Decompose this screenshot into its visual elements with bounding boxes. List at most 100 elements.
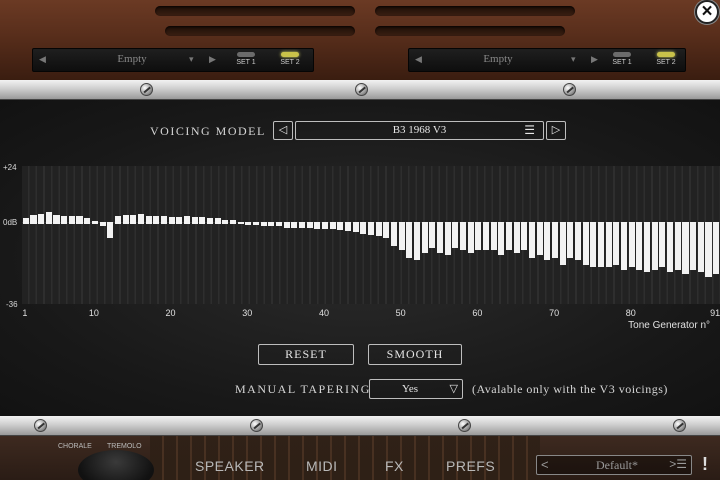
- tone-generator-bar[interactable]: [360, 222, 367, 234]
- left-set1-button[interactable]: SET 1: [231, 52, 261, 70]
- tone-generator-bar[interactable]: [536, 222, 543, 256]
- tone-generator-bar[interactable]: [475, 222, 482, 251]
- tone-generator-bar[interactable]: [636, 222, 643, 270]
- tone-generator-bar[interactable]: [298, 222, 305, 228]
- tone-generator-bar[interactable]: [705, 222, 712, 277]
- tone-generator-bar[interactable]: [659, 222, 666, 268]
- tone-generator-bar[interactable]: [559, 222, 566, 265]
- tone-generator-bar[interactable]: [22, 218, 29, 224]
- reset-button[interactable]: RESET: [258, 344, 354, 365]
- tone-generator-bar[interactable]: [651, 222, 658, 270]
- tone-generator-bar[interactable]: [605, 222, 612, 268]
- tone-generator-bar[interactable]: [183, 216, 190, 224]
- tone-generator-bar[interactable]: [575, 222, 582, 260]
- right-preset-name[interactable]: Empty: [433, 53, 563, 65]
- tone-generator-bar[interactable]: [199, 217, 206, 224]
- tone-generator-bar[interactable]: [191, 217, 198, 224]
- left-preset-next-icon[interactable]: ▶: [209, 54, 216, 65]
- tone-generator-bar[interactable]: [398, 222, 405, 251]
- tone-generator-bar[interactable]: [521, 222, 528, 251]
- tone-generator-bar[interactable]: [99, 222, 106, 227]
- tone-generator-bar[interactable]: [76, 216, 83, 224]
- tone-generator-bar[interactable]: [306, 222, 313, 228]
- tone-generator-bar[interactable]: [429, 222, 436, 248]
- tone-generator-bar[interactable]: [697, 222, 704, 272]
- tone-generator-bar[interactable]: [206, 218, 213, 224]
- tone-generator-bar[interactable]: [690, 222, 697, 270]
- tone-generator-bar[interactable]: [252, 222, 259, 226]
- tone-generator-bar[interactable]: [598, 222, 605, 268]
- tone-generator-bar[interactable]: [452, 222, 459, 248]
- tone-generator-bar[interactable]: [713, 222, 720, 275]
- tone-generator-bar[interactable]: [38, 213, 45, 224]
- tone-generator-bar[interactable]: [321, 222, 328, 229]
- tone-generator-bar[interactable]: [45, 212, 52, 224]
- tone-generator-bar[interactable]: [498, 222, 505, 256]
- tone-generator-bar[interactable]: [544, 222, 551, 260]
- left-preset-name[interactable]: Empty: [57, 53, 207, 65]
- tone-generator-bar[interactable]: [291, 222, 298, 228]
- tone-generator-bar[interactable]: [344, 222, 352, 232]
- tone-generator-bar[interactable]: [114, 216, 121, 224]
- manual-tapering-select[interactable]: Yes ▽: [369, 379, 463, 399]
- tone-generator-bar[interactable]: [130, 214, 137, 224]
- tone-generator-bar[interactable]: [567, 222, 574, 258]
- tone-generator-bar[interactable]: [176, 217, 183, 224]
- tone-generator-bar[interactable]: [490, 222, 497, 251]
- tone-generator-bar[interactable]: [621, 222, 628, 270]
- right-preset-dropdown-icon[interactable]: ▾: [571, 54, 576, 65]
- tone-generator-bar[interactable]: [383, 222, 390, 239]
- tone-generator-bar[interactable]: [644, 222, 651, 272]
- tone-generator-bar[interactable]: [153, 216, 160, 224]
- tone-generator-bar[interactable]: [413, 222, 421, 260]
- right-preset-prev-icon[interactable]: ◀: [415, 54, 422, 65]
- tone-generator-bar[interactable]: [406, 222, 413, 258]
- tone-generator-bar[interactable]: [222, 219, 229, 224]
- tone-generator-bar[interactable]: [421, 222, 428, 253]
- tone-generator-bar[interactable]: [436, 222, 444, 253]
- left-preset-prev-icon[interactable]: ◀: [39, 54, 46, 65]
- tone-generator-bar[interactable]: [667, 222, 674, 272]
- tone-generator-bar[interactable]: [352, 222, 359, 233]
- rotary-knob[interactable]: [78, 450, 154, 480]
- tone-generator-bar[interactable]: [367, 222, 375, 235]
- tone-generator-bar[interactable]: [68, 216, 75, 224]
- tone-generator-bar[interactable]: [483, 222, 490, 251]
- tone-generator-bar[interactable]: [237, 222, 244, 224]
- tone-generator-bar[interactable]: [53, 214, 60, 224]
- tone-generator-bar[interactable]: [513, 222, 520, 253]
- tone-generator-bar[interactable]: [375, 222, 382, 236]
- tone-generator-bar[interactable]: [337, 222, 344, 230]
- close-icon[interactable]: ×: [695, 0, 719, 24]
- tone-generator-bar[interactable]: [552, 222, 559, 258]
- preset-next-menu-icon[interactable]: >☰: [669, 457, 687, 471]
- left-preset-dropdown-icon[interactable]: ▾: [189, 54, 194, 65]
- tone-generator-bar[interactable]: [30, 214, 37, 224]
- tone-generator-bar[interactable]: [168, 217, 175, 224]
- tone-generator-bar[interactable]: [529, 222, 536, 258]
- tone-generator-bar[interactable]: [467, 222, 474, 253]
- tone-generator-bar[interactable]: [506, 222, 513, 251]
- tone-generator-bar[interactable]: [229, 219, 236, 224]
- preset-prev-icon[interactable]: <: [541, 457, 549, 472]
- tone-generator-bar[interactable]: [245, 222, 252, 226]
- tone-generator-bar[interactable]: [682, 222, 689, 275]
- tone-generator-bar[interactable]: [260, 222, 267, 227]
- tone-generator-bar[interactable]: [84, 218, 91, 224]
- tone-generator-bar[interactable]: [283, 222, 290, 228]
- tone-generator-bar[interactable]: [107, 222, 114, 239]
- tone-generator-bar[interactable]: [674, 222, 681, 270]
- tone-generator-bar[interactable]: [582, 222, 589, 265]
- tone-generator-bar[interactable]: [590, 222, 597, 268]
- alert-icon[interactable]: !: [702, 454, 708, 475]
- tab-fx[interactable]: FX: [385, 458, 404, 474]
- tab-midi[interactable]: MIDI: [306, 458, 338, 474]
- tone-generator-bar[interactable]: [329, 222, 336, 229]
- right-set1-button[interactable]: SET 1: [607, 52, 637, 70]
- tone-generator-bar[interactable]: [214, 218, 221, 224]
- tone-generator-bar[interactable]: [61, 216, 68, 224]
- tone-generator-bar[interactable]: [268, 222, 275, 227]
- smooth-button[interactable]: SMOOTH: [368, 344, 462, 365]
- tone-generator-bar[interactable]: [628, 222, 635, 268]
- tab-prefs[interactable]: PREFS: [446, 458, 495, 474]
